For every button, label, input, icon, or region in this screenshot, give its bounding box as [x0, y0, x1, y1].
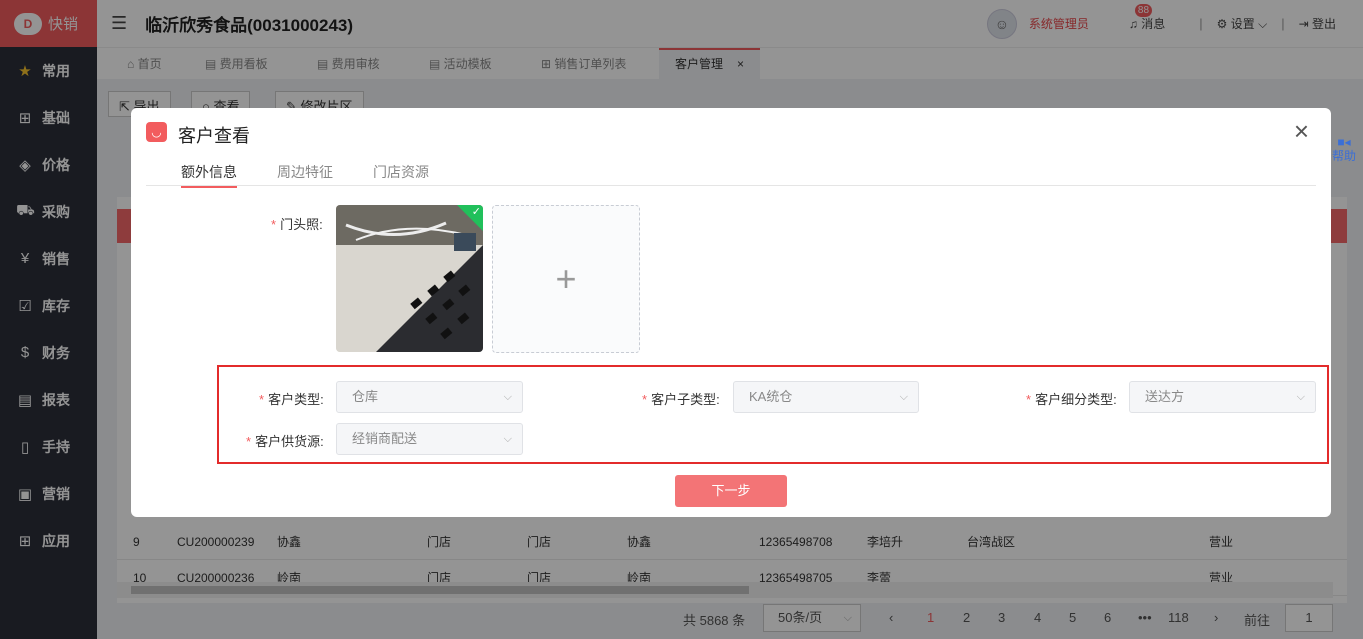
- customer-detail-type-select[interactable]: 送达方 ⌵: [1129, 381, 1316, 413]
- plus-icon: +: [555, 258, 577, 299]
- tab-surroundings[interactable]: 周边特征: [277, 162, 333, 182]
- check-icon: ✓: [471, 206, 481, 218]
- dialog-title: 客户查看: [178, 126, 250, 146]
- supply-source-select[interactable]: 经销商配送 ⌵: [336, 423, 523, 455]
- dialog-tabs: 额外信息 周边特征 门店资源: [146, 162, 1316, 188]
- supply-source-label: * 客户供货源:: [246, 434, 324, 449]
- customer-subtype-select[interactable]: KA统仓 ⌵: [733, 381, 919, 413]
- help-button[interactable]: ■◂ 帮助: [1330, 135, 1358, 163]
- customer-view-dialog: ◡ 客户查看 × 额外信息 周边特征 门店资源 * 门头照: ✓ + * 客户类…: [131, 108, 1331, 517]
- customer-type-label: * 客户类型:: [259, 392, 324, 407]
- storefront-photo[interactable]: ✓: [336, 205, 483, 352]
- tab-extra-info[interactable]: 额外信息: [181, 162, 237, 188]
- customer-type-select[interactable]: 仓库 ⌵: [336, 381, 523, 413]
- chevron-down-icon: ⌵: [503, 391, 512, 403]
- chevron-down-icon: ⌵: [503, 433, 512, 445]
- customer-detail-type-label: * 客户细分类型:: [1026, 392, 1117, 407]
- bag-icon: ◡: [146, 122, 167, 142]
- next-step-button[interactable]: 下一步: [675, 475, 787, 507]
- customer-subtype-label: * 客户子类型:: [642, 392, 720, 407]
- chevron-down-icon: ⌵: [899, 391, 908, 403]
- tab-store-resources[interactable]: 门店资源: [373, 162, 429, 182]
- video-icon: ■◂: [1337, 135, 1351, 149]
- close-icon[interactable]: ×: [1294, 118, 1309, 144]
- photo-label: * 门头照:: [271, 217, 323, 232]
- chevron-down-icon: ⌵: [1296, 391, 1305, 403]
- upload-photo-button[interactable]: +: [492, 205, 640, 353]
